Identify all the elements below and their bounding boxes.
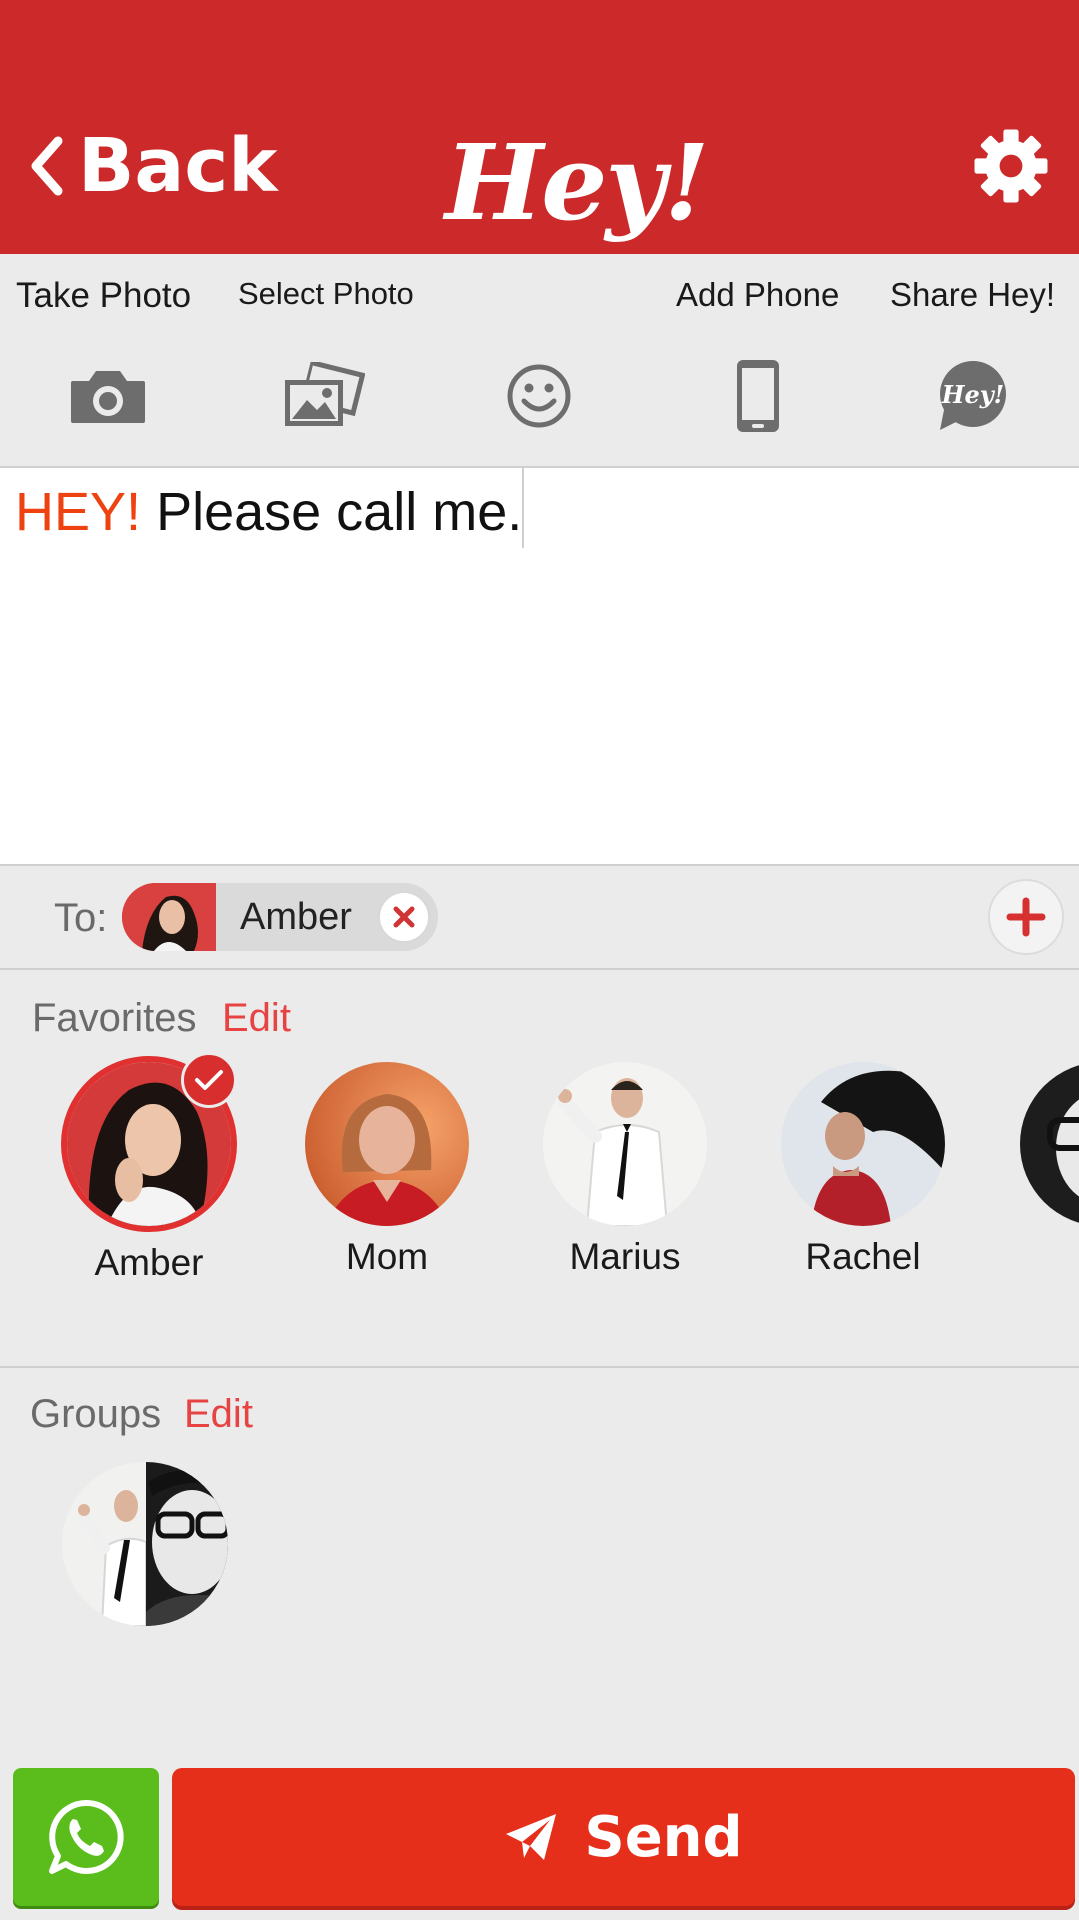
plus-icon <box>1006 897 1046 937</box>
hey-bubble-text: Hey! <box>941 380 1004 409</box>
favorite-contact-rachel[interactable]: Rachel <box>773 1062 953 1278</box>
smiley-icon <box>507 364 571 428</box>
hey-bubble-icon: Hey! <box>940 361 1006 430</box>
text-cursor <box>522 468 524 548</box>
checkmark-icon <box>195 1070 223 1090</box>
take-photo-label[interactable]: Take Photo <box>16 276 191 316</box>
select-photo-button[interactable] <box>282 354 366 438</box>
add-phone-button[interactable] <box>730 354 786 438</box>
camera-icon <box>71 371 145 423</box>
add-phone-label[interactable]: Add Phone <box>676 276 839 314</box>
gear-icon[interactable] <box>973 128 1049 204</box>
back-button[interactable]: Back <box>28 123 277 209</box>
take-photo-button[interactable] <box>68 354 148 438</box>
message-text: HEY! Please call me. <box>15 480 522 544</box>
back-label: Back <box>78 123 278 209</box>
close-icon <box>393 906 415 928</box>
paper-plane-icon <box>506 1814 557 1860</box>
recipients-row: To: Amber <box>0 866 1079 970</box>
select-photo-label[interactable]: Select Photo <box>238 276 414 312</box>
avatar <box>1020 1062 1079 1226</box>
emoji-button[interactable] <box>504 354 574 438</box>
toolbar: Take Photo Select Photo Add Phone Share … <box>0 254 1079 468</box>
avatar <box>305 1062 469 1226</box>
contact-name: Mom <box>345 1236 429 1277</box>
phone-icon <box>737 360 779 432</box>
favorites-title: Favorites <box>32 996 197 1040</box>
share-hey-button[interactable]: Hey! <box>934 354 1010 438</box>
message-body: Please call me. <box>156 482 523 542</box>
message-hey-prefix: HEY! <box>15 482 142 542</box>
recipient-avatar <box>122 883 216 951</box>
avatar <box>543 1062 707 1226</box>
photo-gallery-icon <box>285 362 365 426</box>
remove-recipient-button[interactable] <box>378 891 430 943</box>
recipient-name: Amber <box>240 895 352 938</box>
favorite-contact-mom[interactable]: Mom <box>297 1062 477 1278</box>
avatar <box>781 1062 945 1226</box>
to-label: To: <box>54 896 108 940</box>
app-logo: Hey! <box>445 121 710 244</box>
add-recipient-button[interactable] <box>988 879 1064 955</box>
favorites-section: Favorites Edit Amber Mom Marius Rachel <box>0 970 1079 1368</box>
send-label: Send <box>584 1804 743 1870</box>
contact-name: Rachel <box>805 1236 921 1277</box>
send-button[interactable]: Send <box>172 1768 1075 1906</box>
contact-name: Amber <box>94 1242 204 1283</box>
share-hey-label[interactable]: Share Hey! <box>890 276 1055 314</box>
message-input[interactable]: HEY! Please call me. <box>0 468 1079 866</box>
favorite-contact-partial[interactable] <box>1012 1062 1079 1226</box>
group-avatar[interactable] <box>62 1462 228 1626</box>
groups-title: Groups <box>30 1392 162 1436</box>
whatsapp-button[interactable] <box>13 1768 159 1906</box>
favorites-edit-link[interactable]: Edit <box>222 996 291 1041</box>
contact-name: Marius <box>569 1236 681 1277</box>
whatsapp-icon <box>49 1799 124 1874</box>
chevron-left-icon <box>31 136 63 196</box>
favorite-contact-marius[interactable]: Marius <box>535 1062 715 1278</box>
groups-edit-link[interactable]: Edit <box>184 1392 253 1437</box>
groups-section: Groups Edit <box>0 1368 1079 1768</box>
recipient-chip[interactable]: Amber <box>122 883 438 951</box>
selected-badge <box>181 1052 237 1108</box>
